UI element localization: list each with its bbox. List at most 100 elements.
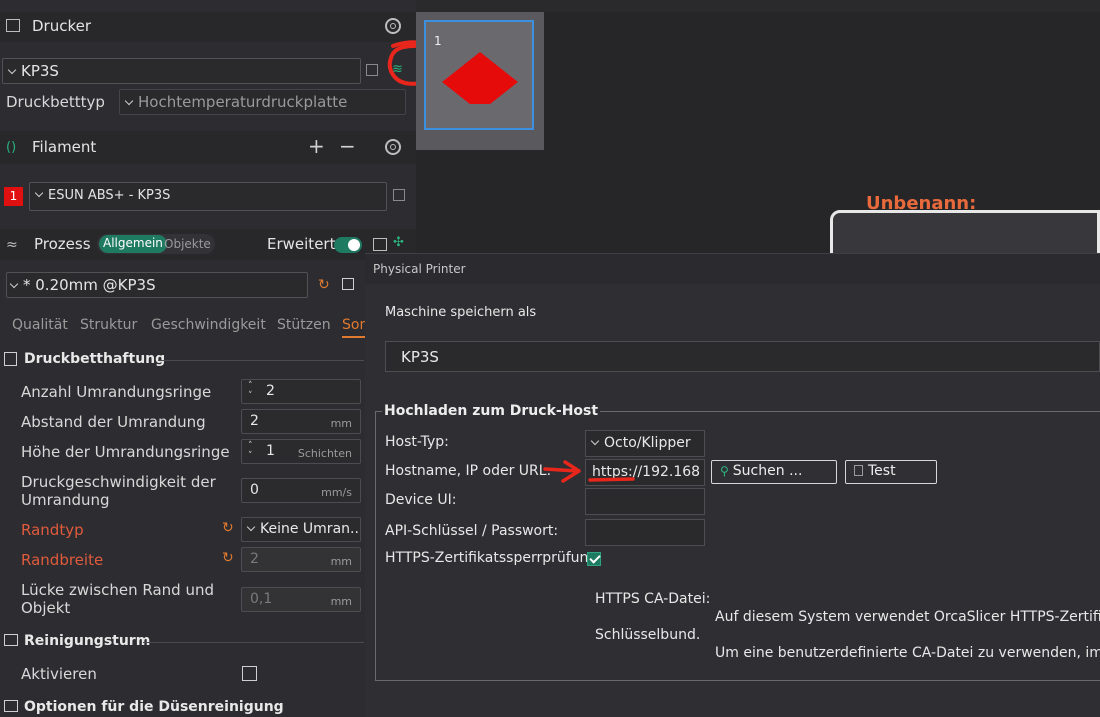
plate-thumbnail-panel: 1 <box>416 12 544 150</box>
ca-info-text-3: Um eine benutzerdefinierte CA-Datei zu v… <box>715 645 1100 661</box>
brim-distance-label: Abstand der Umrandung <box>21 413 206 431</box>
printer-section-title: Drucker <box>32 17 92 35</box>
filament-preset-select[interactable]: ESUN ABS+ - KP3S <box>29 182 387 211</box>
reset-icon[interactable]: ↻ <box>222 550 234 566</box>
chevron-down-icon <box>7 65 17 75</box>
filament-section-title: Filament <box>32 138 97 156</box>
edit-icon[interactable] <box>366 64 378 76</box>
divider <box>143 642 364 643</box>
filament-color-swatch[interactable]: 1 <box>4 187 23 206</box>
chevron-down-icon <box>34 188 44 198</box>
filament-name: ESUN ABS+ - KP3S <box>48 188 171 203</box>
brim-gap-label: Lücke zwischen Rand und Objekt <box>21 581 214 617</box>
physical-printer-dialog: Physical Printer Maschine speichern als … <box>365 253 1100 717</box>
nozzle-wipe-section-title: Optionen für die Düsenreinigung <box>24 699 284 715</box>
api-key-label: API-Schlüssel / Passwort: <box>385 523 559 539</box>
prime-tower-icon <box>4 634 18 646</box>
brim-height-spinbox[interactable]: ˄ ˅ 1 Schichten <box>241 439 361 464</box>
tab-structure[interactable]: Struktur <box>80 317 137 333</box>
printer-settings-gear-icon[interactable] <box>385 18 401 34</box>
brim-width-label: Randbreite <box>21 551 104 569</box>
bed-type-select[interactable]: Hochtemperaturdruckplatte <box>119 89 406 115</box>
brim-loops-label: Anzahl Umrandungsringe <box>21 383 212 401</box>
tab-speed[interactable]: Geschwindigkeit <box>151 317 266 333</box>
save-as-label: Maschine speichern als <box>385 305 537 320</box>
dialog-titlebar: Physical Printer <box>365 254 1100 284</box>
printer-preset-select[interactable]: KP3S <box>2 58 361 84</box>
compare-icon[interactable]: ✣ <box>393 235 404 250</box>
unit-label: mm <box>330 555 352 568</box>
tab-support[interactable]: Stützen <box>277 317 331 333</box>
https-revocation-checkbox[interactable] <box>587 552 601 566</box>
red-annotation-arrow <box>543 460 581 483</box>
process-section-title: Prozess <box>34 235 91 253</box>
chevron-down-icon <box>590 436 600 446</box>
remove-filament-icon[interactable]: − <box>339 134 356 158</box>
unit-label: mm <box>330 595 352 608</box>
test-button-label: Test <box>868 463 896 479</box>
brim-distance-value: 2 <box>250 413 259 429</box>
host-type-select[interactable]: Octo/Klipper <box>585 430 705 457</box>
brim-speed-input[interactable]: 0 mm/s <box>241 478 361 503</box>
printer-preset-name: KP3S <box>21 62 59 80</box>
bed-type-value: Hochtemperaturdruckplatte <box>138 93 348 111</box>
mode-allgemein[interactable]: Allgemein <box>99 235 167 253</box>
filament-icon: () <box>6 140 17 155</box>
process-icon: ≈ <box>6 237 18 253</box>
advanced-toggle[interactable] <box>334 237 362 253</box>
dialog-title: Physical Printer <box>373 262 466 276</box>
enable-prime-tower-checkbox[interactable] <box>242 666 257 681</box>
brim-loops-spinbox[interactable]: ˄ ˅ 2 <box>241 379 361 404</box>
brim-type-select[interactable]: Keine Umran... <box>241 517 361 542</box>
save-icon[interactable] <box>342 278 354 290</box>
tab-quality[interactable]: Qualität <box>12 317 68 333</box>
printer-name-input[interactable]: KP3S <box>385 341 1100 372</box>
mode-objekte[interactable]: Objekte <box>164 237 211 251</box>
brim-speed-label: Druckgeschwindigkeit der Umrandung <box>21 473 216 509</box>
printer-icon <box>6 19 20 32</box>
brim-speed-value: 0 <box>250 482 259 498</box>
device-ui-input[interactable] <box>585 488 705 515</box>
printer-header: Drucker <box>0 12 416 42</box>
search-icon: ⚲ <box>720 464 729 478</box>
reset-icon[interactable]: ↻ <box>222 520 234 536</box>
divider <box>158 360 364 361</box>
brim-gap-input[interactable]: 0,1 mm <box>241 587 361 612</box>
ca-file-label: HTTPS CA-Datei: <box>595 591 711 607</box>
active-tab-underline <box>342 336 366 338</box>
unit-label: Schichten <box>297 447 352 460</box>
advanced-label: Erweitert <box>267 235 336 253</box>
process-preset-select[interactable]: * 0.20mm @KP3S <box>6 272 308 298</box>
enable-prime-tower-label: Aktivieren <box>21 665 97 683</box>
brim-distance-input[interactable]: 2 mm <box>241 409 361 434</box>
unit-label: mm/s <box>321 486 352 499</box>
prime-tower-section-title: Reinigungsturm <box>24 633 151 649</box>
brim-height-label: Höhe der Umrandungsringe <box>21 443 230 461</box>
plate-thumbnail[interactable]: 1 <box>424 20 534 130</box>
red-annotation-underline <box>588 477 635 482</box>
device-ui-label: Device UI: <box>385 492 457 508</box>
chevron-down-icon <box>9 279 19 289</box>
brim-loops-value: 2 <box>266 383 275 399</box>
add-filament-icon[interactable]: + <box>308 134 325 158</box>
adhesion-icon <box>4 352 17 366</box>
brim-type-label: Randtyp <box>21 521 84 539</box>
plate-name: Unbenann: <box>866 193 977 214</box>
filament-settings-gear-icon[interactable] <box>385 139 401 155</box>
search-button[interactable]: ⚲ Suchen ... <box>711 460 837 484</box>
hostname-label: Hostname, IP oder URL: <box>385 463 552 479</box>
list-icon[interactable] <box>373 238 387 251</box>
test-button[interactable]: Test <box>845 460 937 484</box>
reset-icon[interactable]: ↻ <box>318 277 330 293</box>
brim-width-input[interactable]: 2 mm <box>241 547 361 572</box>
upload-host-group <box>375 411 1100 681</box>
api-key-input[interactable] <box>585 519 705 546</box>
mode-toggle[interactable]: Allgemein Objekte <box>97 234 215 254</box>
bed-type-label: Druckbetttyp <box>6 93 105 111</box>
host-type-value: Octo/Klipper <box>604 435 691 451</box>
edit-icon[interactable] <box>393 189 405 201</box>
chevron-down-icon <box>246 522 256 532</box>
brim-type-value: Keine Umran... <box>260 521 361 537</box>
unit-label: mm <box>330 417 352 430</box>
adhesion-section-title: Druckbetthaftung <box>24 351 166 367</box>
